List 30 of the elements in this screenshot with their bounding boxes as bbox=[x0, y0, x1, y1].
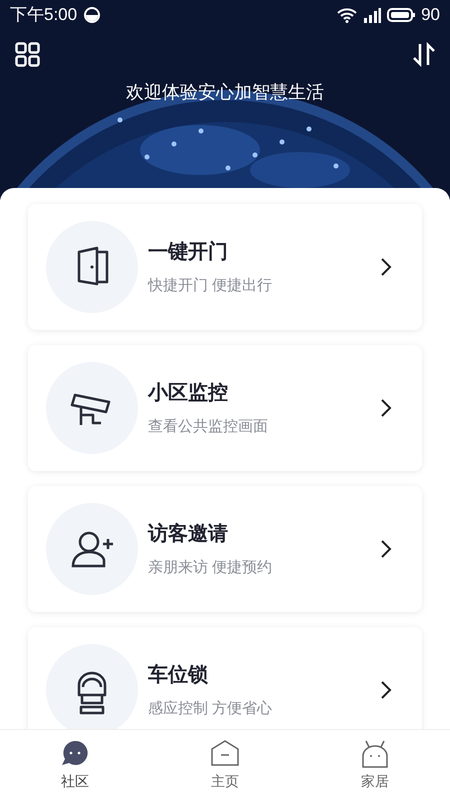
feature-subtitle: 查看公共监控画面 bbox=[148, 416, 269, 437]
status-time: 下午5:00 bbox=[10, 4, 78, 26]
house-icon bbox=[210, 739, 240, 769]
tab-button[interactable]: 社区 bbox=[0, 730, 150, 800]
feature-title: 小区监控 bbox=[148, 380, 229, 406]
status-circle-icon bbox=[83, 6, 102, 24]
chevron-right-icon bbox=[380, 539, 392, 559]
chevron-right-icon bbox=[380, 398, 392, 418]
feature-card[interactable]: 小区监控 查看公共监控画面 bbox=[28, 345, 422, 471]
welcome-text: 欢迎体验安心加智慧生活 bbox=[125, 81, 325, 104]
feature-title: 车位锁 bbox=[148, 662, 209, 688]
feature-title: 访客邀请 bbox=[148, 522, 229, 547]
chevron-right-icon bbox=[380, 680, 392, 700]
tab-button[interactable]: 家居 bbox=[300, 730, 450, 800]
feature-subtitle: 感应控制 方便省心 bbox=[148, 698, 274, 719]
feature-subtitle: 快捷开门 便捷出行 bbox=[148, 276, 274, 296]
feature-card[interactable]: 车位锁 感应控制 方便省心 bbox=[28, 627, 422, 729]
signal-icon bbox=[363, 7, 382, 23]
feature-subtitle: 亲朋来访 便捷预约 bbox=[148, 558, 274, 578]
feature-title: 一键开门 bbox=[148, 240, 229, 265]
wifi-icon bbox=[337, 7, 358, 23]
battery-level: 90 bbox=[421, 4, 440, 26]
feature-card[interactable]: 访客邀请 亲朋来访 便捷预约 bbox=[28, 486, 422, 612]
switch-arrows-icon[interactable] bbox=[412, 42, 436, 67]
grid-menu-icon[interactable] bbox=[15, 42, 40, 67]
feature-card[interactable]: 一键开门 快捷开门 便捷出行 bbox=[28, 204, 422, 330]
chevron-right-icon bbox=[380, 257, 392, 277]
robot-icon bbox=[360, 739, 390, 769]
tab-button[interactable]: 主页 bbox=[150, 730, 300, 800]
battery-icon bbox=[387, 7, 416, 23]
